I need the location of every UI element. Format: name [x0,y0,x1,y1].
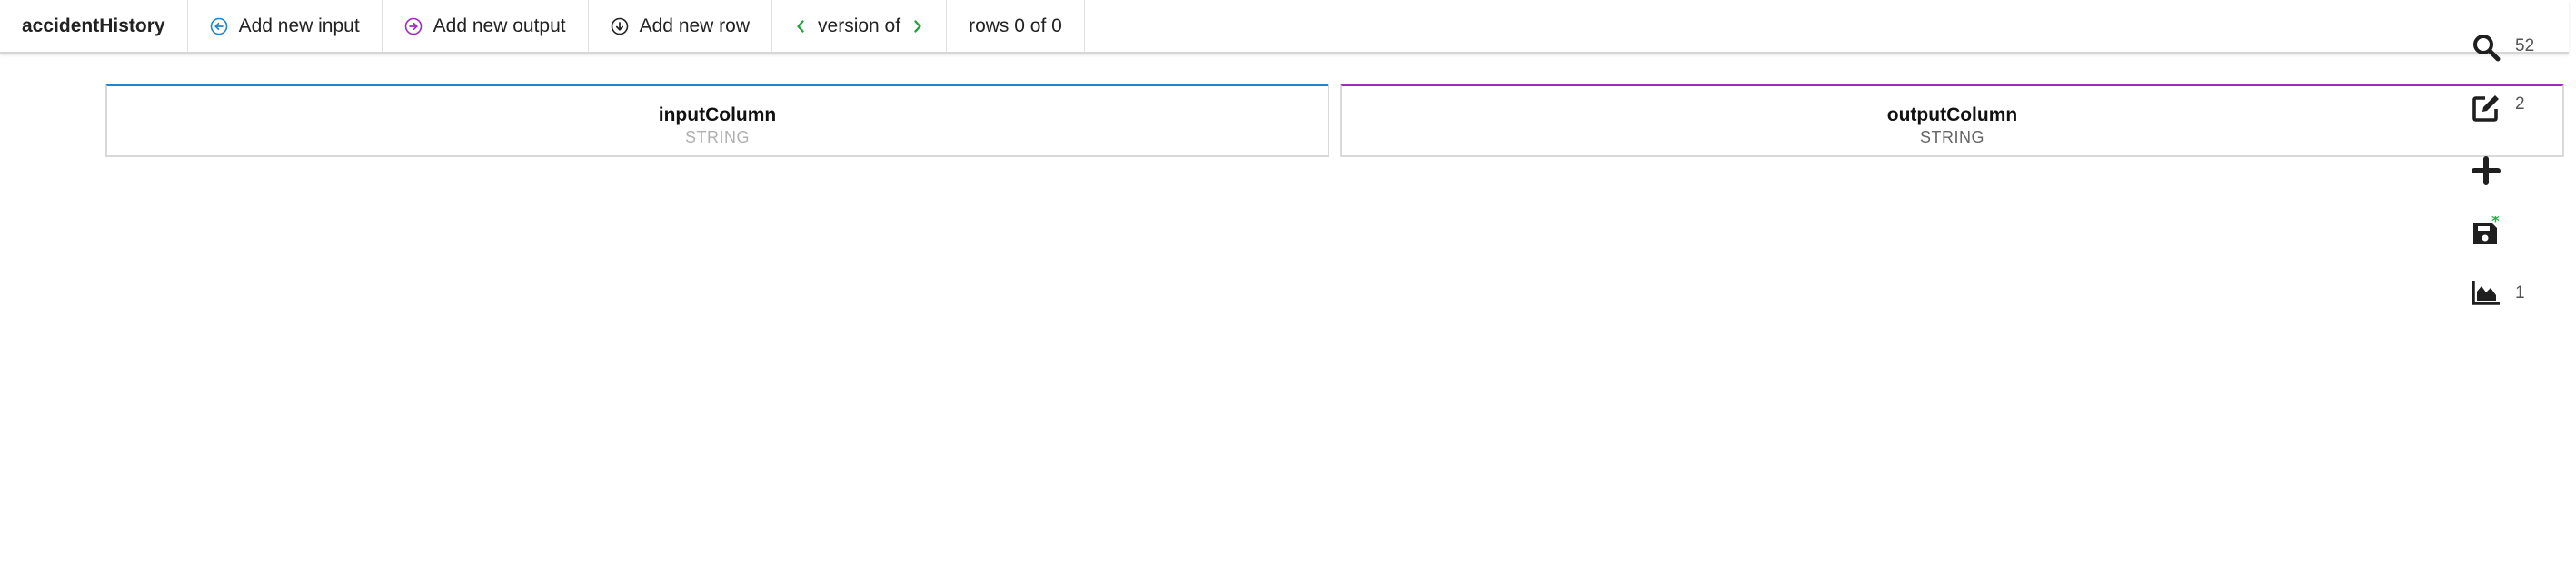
arrow-down-circle-icon [611,17,629,35]
chart-count: 1 [2515,283,2525,302]
edit-button[interactable] [2470,92,2502,124]
output-column-type: STRING [1919,128,1984,146]
add-input-button[interactable]: Add new input [188,0,383,52]
edit-count: 2 [2515,94,2525,114]
rows-counter-label: rows 0 of 0 [969,15,1062,36]
input-column-header[interactable]: inputColumn STRING [105,84,1329,157]
add-output-label: Add new output [433,15,566,36]
input-column-name: inputColumn [658,104,777,125]
chart-button[interactable] [2470,276,2502,309]
arrow-right-circle-icon [404,17,423,35]
save-icon: * [2471,216,2501,247]
search-count: 52 [2515,36,2535,55]
table-title-text: accidentHistory [22,15,165,36]
save-button[interactable]: * [2470,215,2502,248]
area-chart-icon [2471,279,2501,306]
chevron-left-icon[interactable] [794,18,807,35]
plus-icon [2472,156,2501,185]
toolbar: accidentHistory Add new input Add new ou… [0,0,2569,54]
add-button[interactable] [2470,154,2502,187]
add-output-button[interactable]: Add new output [383,0,589,52]
output-column-header[interactable]: outputColumn STRING [1340,84,2564,157]
search-icon [2472,33,2501,62]
svg-text:*: * [2491,216,2500,231]
version-label: version of [818,15,901,36]
arrow-left-circle-icon [210,17,228,35]
add-row-label: Add new row [639,15,751,36]
output-column-name: outputColumn [1886,104,2018,125]
version-selector: version of [772,0,948,52]
chevron-right-icon[interactable] [911,18,924,35]
table-title: accidentHistory [0,0,188,52]
add-row-button[interactable]: Add new row [589,0,773,52]
rows-counter: rows 0 of 0 [947,0,1085,52]
add-input-label: Add new input [238,15,360,36]
search-button[interactable] [2470,31,2502,64]
input-column-type: STRING [684,128,750,146]
edit-icon [2471,93,2501,124]
